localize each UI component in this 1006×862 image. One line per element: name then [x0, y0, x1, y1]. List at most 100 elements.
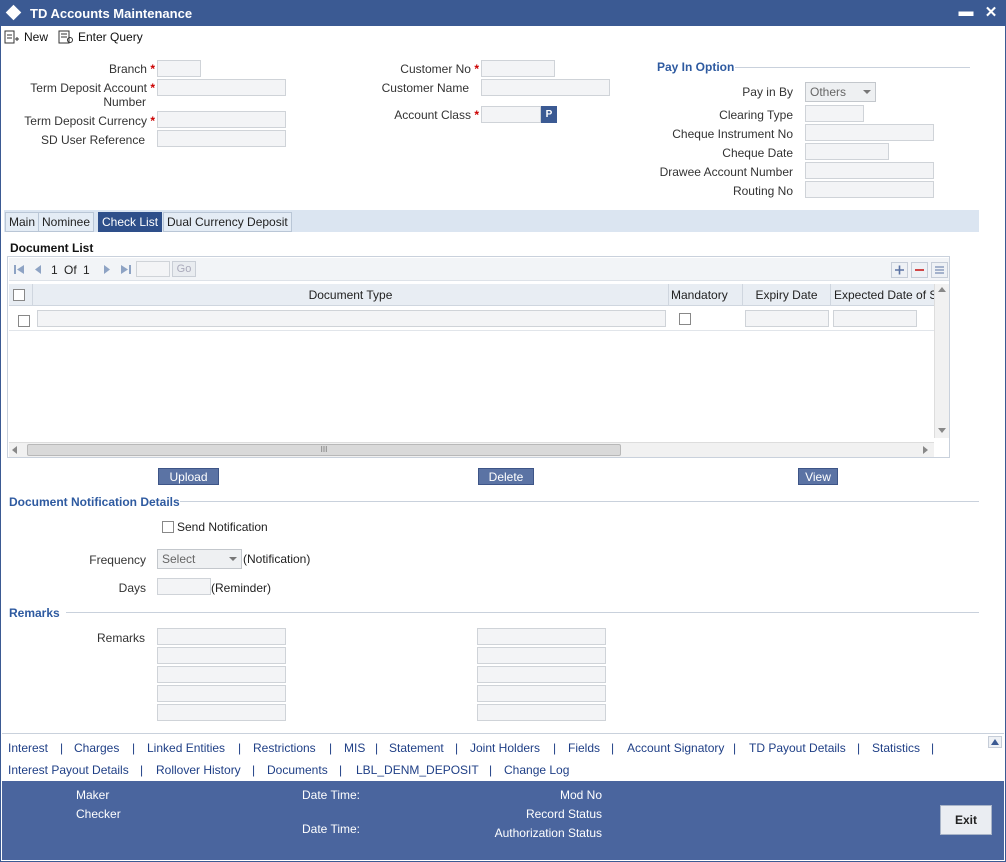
new-label: New — [24, 30, 49, 44]
cheque-date-input[interactable] — [805, 143, 889, 160]
close-button[interactable]: ✕ — [982, 3, 1000, 21]
upload-button[interactable]: Upload — [158, 468, 219, 485]
td-currency-input[interactable] — [157, 111, 286, 128]
enter-query-label: Enter Query — [78, 30, 143, 44]
last-page-icon[interactable] — [120, 264, 132, 275]
routing-no-input[interactable] — [805, 181, 934, 198]
go-button[interactable]: Go — [172, 261, 196, 277]
page-number-input[interactable] — [136, 261, 170, 277]
single-view-icon[interactable] — [931, 262, 948, 278]
header-document-type[interactable]: Document Type — [33, 284, 669, 306]
link-charges[interactable]: Charges — [74, 741, 119, 755]
horizontal-scrollbar[interactable]: III — [9, 442, 934, 457]
new-button[interactable]: New — [4, 28, 48, 46]
remarks-field-8[interactable] — [477, 666, 606, 683]
frequency-select[interactable]: Select — [157, 549, 242, 569]
account-class-lov-button[interactable]: P — [541, 106, 557, 123]
remarks-field-2[interactable] — [157, 647, 286, 664]
next-page-icon[interactable] — [102, 264, 112, 275]
drawee-account-input[interactable] — [805, 162, 934, 179]
cheque-instrument-input[interactable] — [805, 124, 934, 141]
link-restrictions[interactable]: Restrictions — [253, 741, 316, 755]
link-account-signatory[interactable]: Account Signatory — [627, 741, 724, 755]
days-input[interactable] — [157, 578, 211, 595]
link-separator: | — [455, 741, 459, 755]
remarks-field-9[interactable] — [477, 685, 606, 702]
expiry-date-input[interactable] — [745, 310, 829, 327]
scroll-right-icon[interactable] — [923, 446, 929, 454]
link-td-payout-details[interactable]: TD Payout Details — [749, 741, 846, 755]
remarks-field-4[interactable] — [157, 685, 286, 702]
scroll-down-icon[interactable] — [938, 428, 946, 434]
td-account-input[interactable] — [157, 79, 286, 96]
header-expiry-date[interactable]: Expiry Date — [743, 284, 831, 306]
delete-row-icon[interactable] — [911, 262, 928, 278]
document-type-input[interactable] — [37, 310, 666, 327]
link-separator: | — [329, 741, 333, 755]
remarks-field-10[interactable] — [477, 704, 606, 721]
link-statement[interactable]: Statement — [389, 741, 444, 755]
enter-query-button[interactable]: Enter Query — [58, 28, 143, 46]
expected-date-input[interactable] — [833, 310, 917, 327]
row-select-checkbox[interactable] — [18, 315, 30, 327]
customer-name-label: Customer Name — [381, 81, 469, 95]
scroll-up-icon[interactable] — [938, 287, 946, 293]
select-all-checkbox[interactable] — [13, 289, 25, 301]
header-expected-date[interactable]: Expected Date of S — [831, 284, 935, 306]
remarks-field-3[interactable] — [157, 666, 286, 683]
title-bar: TD Accounts Maintenance ▬ ✕ — [0, 0, 1006, 26]
branch-input[interactable] — [157, 60, 201, 77]
link-joint-holders[interactable]: Joint Holders — [470, 741, 540, 755]
collapse-links-icon[interactable] — [988, 736, 1002, 748]
link-statistics[interactable]: Statistics — [872, 741, 920, 755]
tab-main[interactable]: Main — [5, 212, 40, 232]
link-interest-payout-details[interactable]: Interest Payout Details — [8, 763, 129, 777]
link-documents[interactable]: Documents — [267, 763, 328, 777]
remarks-field-5[interactable] — [157, 704, 286, 721]
send-notification-checkbox[interactable] — [162, 521, 174, 533]
send-notification-label: Send Notification — [177, 520, 268, 534]
horizontal-scroll-thumb[interactable]: III — [27, 444, 621, 456]
link-rollover-history[interactable]: Rollover History — [156, 763, 241, 777]
cheque-date-label: Cheque Date — [722, 146, 793, 160]
tab-bar: Main Nominee Check List Dual Currency De… — [4, 210, 979, 232]
page-total: 1 — [83, 263, 90, 277]
pay-in-by-select[interactable]: Others — [805, 82, 876, 102]
clearing-type-input[interactable] — [805, 105, 864, 122]
remarks-field-1[interactable] — [157, 628, 286, 645]
customer-name-input[interactable] — [481, 79, 610, 96]
mandatory-checkbox[interactable] — [679, 313, 691, 325]
link-separator: | — [252, 763, 256, 777]
sd-user-ref-label: SD User Reference — [40, 133, 145, 147]
link-interest[interactable]: Interest — [8, 741, 48, 755]
previous-page-icon[interactable] — [33, 264, 43, 275]
customer-no-input[interactable] — [481, 60, 555, 77]
scroll-left-icon[interactable] — [12, 446, 18, 454]
link-separator: | — [931, 741, 935, 755]
vertical-scrollbar[interactable] — [934, 284, 949, 438]
header-mandatory[interactable]: Mandatory — [669, 284, 743, 306]
remarks-field-6[interactable] — [477, 628, 606, 645]
remarks-field-7[interactable] — [477, 647, 606, 664]
link-linked-entities[interactable]: Linked Entities — [147, 741, 225, 755]
link-fields[interactable]: Fields — [568, 741, 600, 755]
header-select-cell — [9, 284, 33, 306]
link-mis[interactable]: MIS — [344, 741, 365, 755]
exit-button[interactable]: Exit — [940, 805, 992, 835]
td-account-label: Term Deposit Account * Number — [30, 81, 155, 109]
delete-button[interactable]: Delete — [478, 468, 534, 485]
frequency-suffix: (Notification) — [243, 552, 311, 566]
first-page-icon[interactable] — [13, 264, 25, 275]
add-row-icon[interactable] — [891, 262, 908, 278]
view-button[interactable]: View — [798, 468, 838, 485]
tab-nominee[interactable]: Nominee — [38, 212, 95, 232]
link-lbl-denm-deposit[interactable]: LBL_DENM_DEPOSIT — [356, 763, 479, 777]
tab-dual-currency-deposit[interactable]: Dual Currency Deposit — [163, 212, 292, 232]
minimize-button[interactable]: ▬ — [957, 3, 975, 20]
link-change-log[interactable]: Change Log — [504, 763, 569, 777]
grid-navigation: 1 Of 1 Go — [9, 258, 949, 281]
remarks-divider — [66, 612, 979, 613]
sd-user-ref-input[interactable] — [157, 130, 286, 147]
tab-check-list[interactable]: Check List — [98, 212, 163, 232]
account-class-input[interactable] — [481, 106, 541, 123]
